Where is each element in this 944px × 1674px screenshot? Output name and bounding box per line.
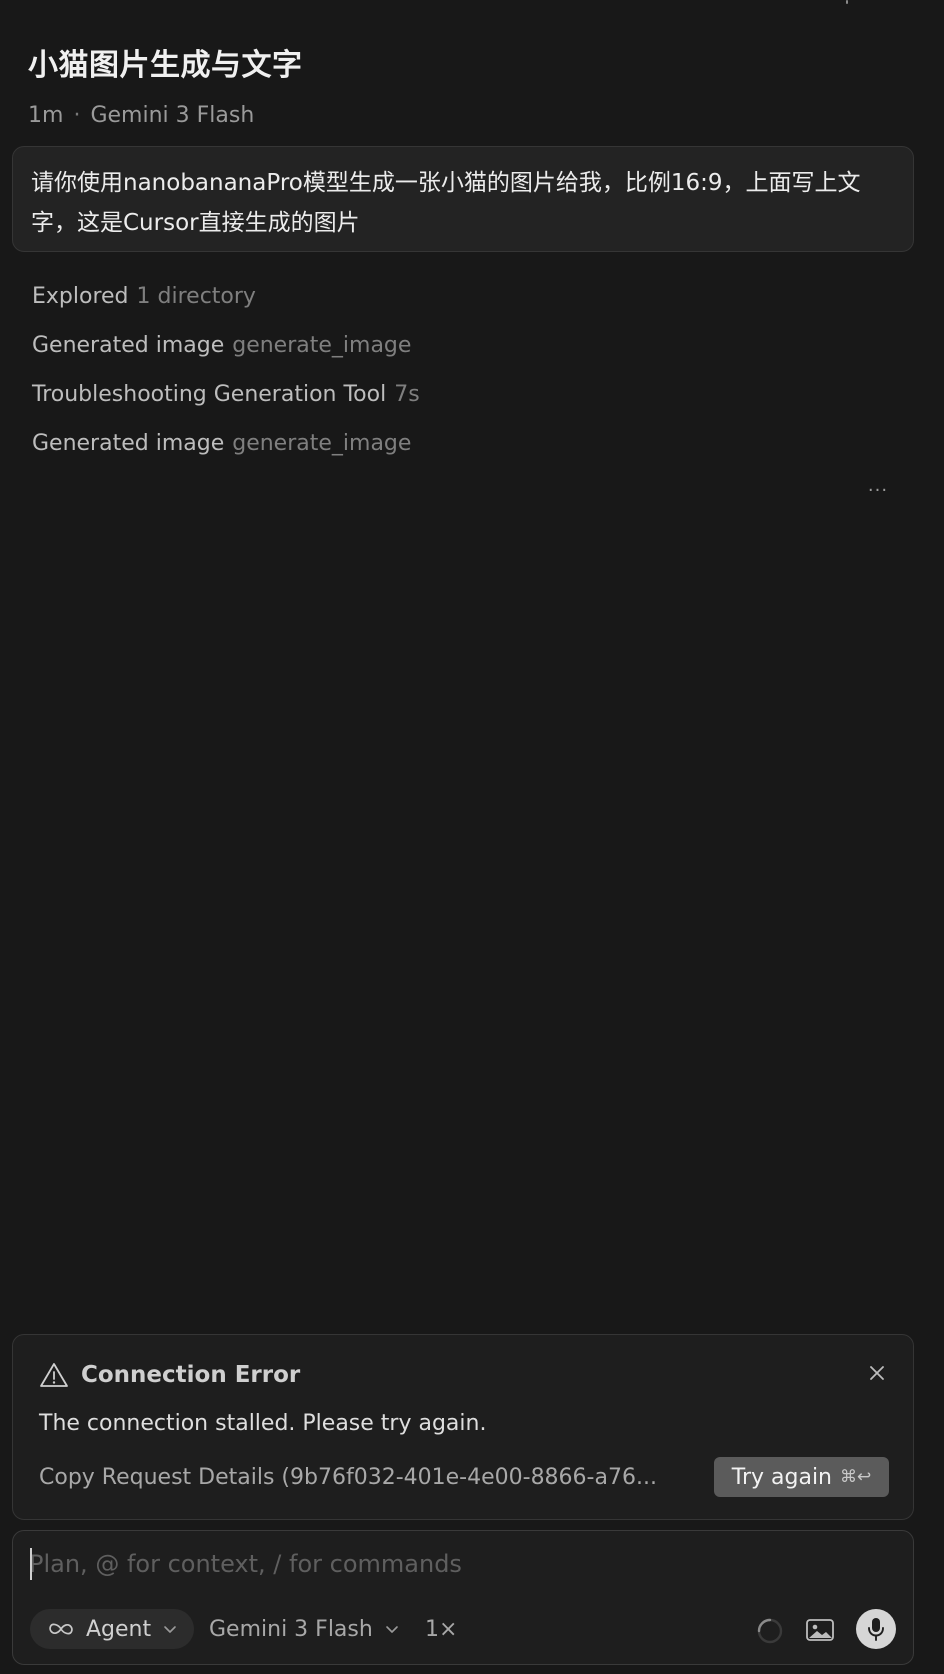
step-row[interactable]: Generated image generate_image [32, 321, 420, 370]
model-name: Gemini 3 Flash [90, 103, 255, 128]
chevron-down-icon [164, 1626, 176, 1633]
error-message: The connection stalled. Please try again… [39, 1411, 487, 1436]
step-title: Troubleshooting Generation Tool [32, 382, 387, 407]
try-again-label: Try again [731, 1464, 832, 1490]
microphone-icon [868, 1618, 884, 1641]
model-selector[interactable]: Gemini 3 Flash [209, 1609, 399, 1649]
step-title: Generated image [32, 431, 225, 456]
agent-steps: Explored 1 directory Generated image gen… [32, 272, 420, 468]
loading-spinner-icon [757, 1618, 783, 1644]
copy-request-details-link[interactable]: Copy Request Details (9b76f032-401e-4e00… [39, 1465, 704, 1490]
connection-error-card: Connection Error The connection stalled.… [12, 1334, 914, 1520]
chat-panel: 小猫图片生成与文字 1m · Gemini 3 Flash 请你使用nanoba… [0, 0, 944, 1674]
step-row[interactable]: Explored 1 directory [32, 272, 420, 321]
infinity-icon [49, 1623, 73, 1635]
error-title: Connection Error [81, 1362, 301, 1388]
message-composer: Agent Gemini 3 Flash 1× [12, 1530, 914, 1665]
close-icon[interactable] [863, 1359, 891, 1387]
step-detail: 7s [394, 382, 420, 407]
step-detail: generate_image [232, 431, 412, 456]
try-again-button[interactable]: Try again ⌘↩ [714, 1457, 889, 1497]
chevron-down-icon [386, 1626, 398, 1633]
text-caret [30, 1548, 32, 1580]
more-options-button[interactable]: ··· [864, 476, 892, 504]
keyboard-shortcut: ⌘↩ [840, 1467, 872, 1487]
step-row[interactable]: Troubleshooting Generation Tool 7s [32, 370, 420, 419]
step-detail: generate_image [232, 333, 412, 358]
step-title: Generated image [32, 333, 225, 358]
step-title: Explored [32, 284, 129, 309]
model-label: Gemini 3 Flash [209, 1616, 373, 1642]
elapsed-time: 1m [28, 103, 64, 128]
step-detail: 1 directory [136, 284, 256, 309]
meta-separator: · [73, 103, 81, 128]
image-icon[interactable] [805, 1617, 835, 1643]
error-header: Connection Error [39, 1361, 300, 1389]
mode-label: Agent [86, 1616, 152, 1642]
ellipsis-icon: ··· [867, 479, 889, 501]
user-message-text: 请你使用nanobananaPro模型生成一张小猫的图片给我，比例16:9，上面… [31, 170, 861, 236]
user-message[interactable]: 请你使用nanobananaPro模型生成一张小猫的图片给我，比例16:9，上面… [12, 146, 914, 252]
warning-triangle-icon [40, 1363, 68, 1387]
mode-selector[interactable]: Agent [30, 1609, 194, 1649]
multiplier-selector[interactable]: 1× [425, 1609, 457, 1649]
step-row[interactable]: Generated image generate_image [32, 419, 420, 468]
chat-input[interactable] [29, 1541, 889, 1587]
conversation-meta: 1m · Gemini 3 Flash [28, 103, 254, 128]
top-edge-mark [846, 0, 848, 4]
voice-input-button[interactable] [856, 1609, 896, 1649]
page-title: 小猫图片生成与文字 [28, 48, 303, 83]
